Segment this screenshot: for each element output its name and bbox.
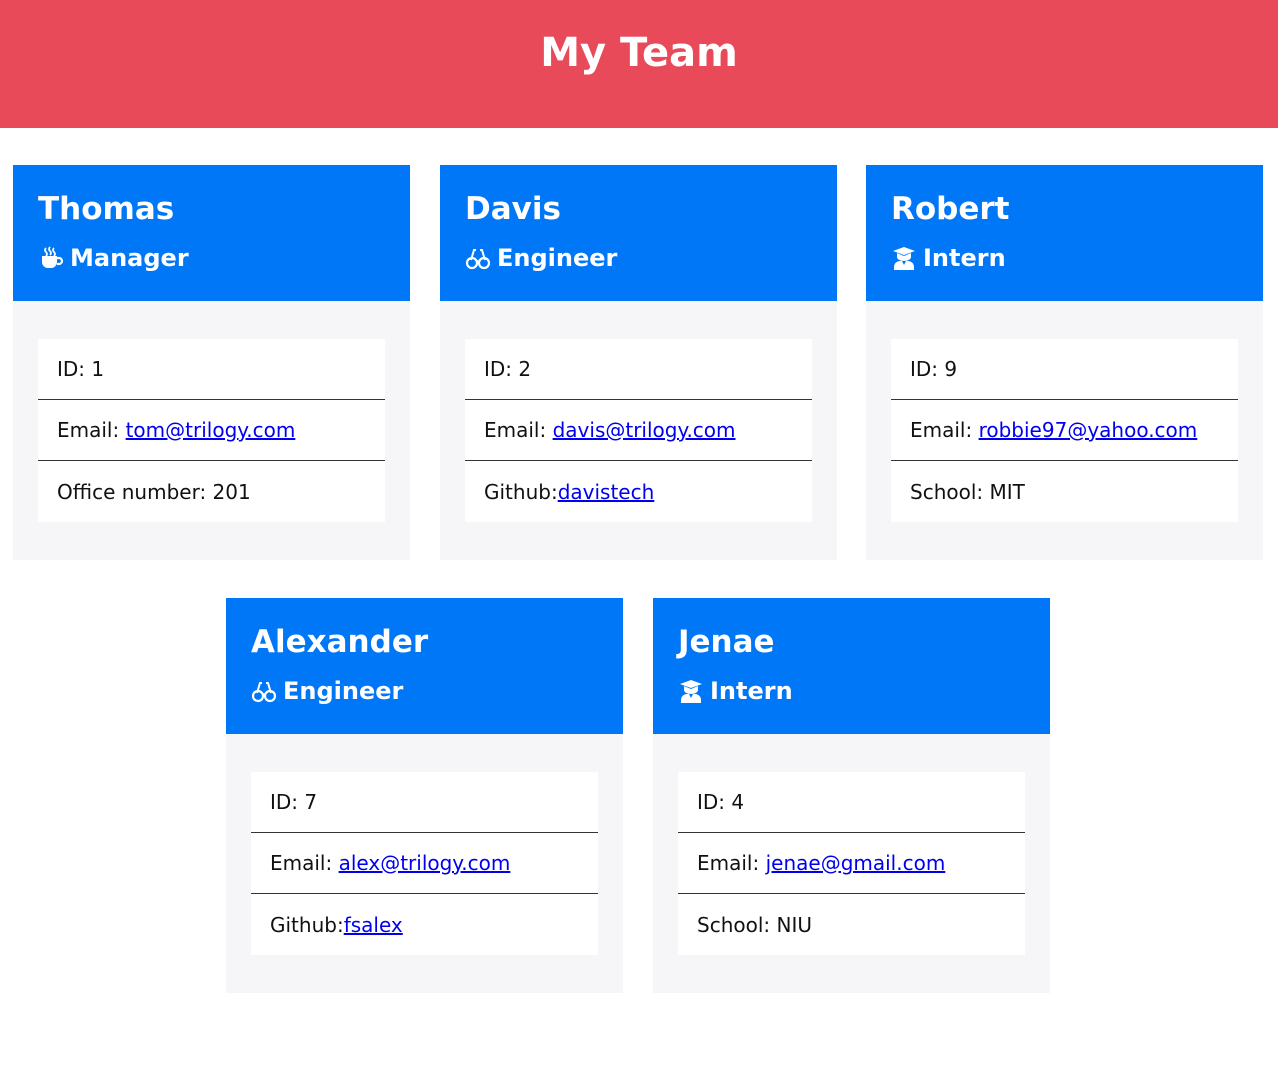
employee-role: Intern xyxy=(678,676,1025,706)
email-row: Email: tom@trilogy.com xyxy=(38,400,385,461)
employee-role: Manager xyxy=(38,243,385,273)
github-link[interactable]: fsalex xyxy=(344,913,403,937)
employee-name: Jenae xyxy=(678,624,775,660)
card-header: Robert Intern xyxy=(866,165,1263,301)
id-row: ID: 2 xyxy=(465,339,812,400)
github-label: Github: xyxy=(270,912,344,937)
employee-name: Robert xyxy=(891,191,1010,227)
id-value: 7 xyxy=(304,790,318,814)
email-link[interactable]: robbie97@yahoo.com xyxy=(979,418,1198,442)
id-label: ID: xyxy=(697,790,732,814)
card-header: Davis Engineer xyxy=(440,165,837,301)
role-label: Intern xyxy=(710,677,793,705)
github-row: Github: fsalex xyxy=(251,894,598,955)
role-label: Intern xyxy=(923,244,1006,272)
email-row: Email: alex@trilogy.com xyxy=(251,833,598,894)
employee-role: Engineer xyxy=(251,676,598,706)
employee-role: Intern xyxy=(891,243,1238,273)
office-number-value: 201 xyxy=(212,479,251,504)
role-label: Engineer xyxy=(283,677,404,705)
card-header: Alexander Engineer xyxy=(226,598,623,734)
role-label: Manager xyxy=(70,244,189,272)
email-link[interactable]: davis@trilogy.com xyxy=(553,418,736,442)
employee-details: ID: 2 Email: davis@trilogy.com Github: da… xyxy=(465,339,812,522)
school-row: School: MIT xyxy=(891,461,1238,522)
email-row: Email: davis@trilogy.com xyxy=(465,400,812,461)
school-label: School: xyxy=(910,479,990,504)
id-value: 2 xyxy=(518,357,532,381)
id-label: ID: xyxy=(910,357,945,381)
email-row: Email: robbie97@yahoo.com xyxy=(891,400,1238,461)
id-row: ID: 1 xyxy=(38,339,385,400)
glasses-icon xyxy=(251,678,277,704)
page-title: My Team xyxy=(540,30,738,76)
id-value: 1 xyxy=(91,357,105,381)
school-row: School: NIU xyxy=(678,894,1025,955)
id-label: ID: xyxy=(57,357,92,381)
github-link[interactable]: davistech xyxy=(558,480,655,504)
employee-card: Robert Intern ID: 9 Email: robbie97@yaho… xyxy=(866,165,1263,560)
employee-card: Alexander Engineer ID: 7 Email: alex@tri… xyxy=(226,598,623,993)
id-row: ID: 4 xyxy=(678,772,1025,833)
email-label: Email: xyxy=(697,851,766,875)
card-header: Jenae Intern xyxy=(653,598,1050,734)
id-row: ID: 7 xyxy=(251,772,598,833)
coffee-mug-icon xyxy=(38,245,64,271)
employee-card: Jenae Intern ID: 4 Email: jenae@gmail.co… xyxy=(653,598,1050,993)
employee-name: Davis xyxy=(465,191,561,227)
id-label: ID: xyxy=(270,790,305,814)
github-label: Github: xyxy=(484,479,558,504)
email-label: Email: xyxy=(57,418,126,442)
employee-role: Engineer xyxy=(465,243,812,273)
email-link[interactable]: tom@trilogy.com xyxy=(126,418,296,442)
email-label: Email: xyxy=(270,851,339,875)
employee-details: ID: 4 Email: jenae@gmail.com School: NIU xyxy=(678,772,1025,955)
page-header: My Team xyxy=(0,0,1278,128)
school-value: NIU xyxy=(776,912,813,937)
employee-details: ID: 1 Email: tom@trilogy.com Office numb… xyxy=(38,339,385,522)
graduate-icon xyxy=(891,245,917,271)
email-row: Email: jenae@gmail.com xyxy=(678,833,1025,894)
email-link[interactable]: alex@trilogy.com xyxy=(339,851,511,875)
employee-card: Thomas Manager ID: 1 Email: tom@trilogy.… xyxy=(13,165,410,560)
office-number-row: Office number: 201 xyxy=(38,461,385,522)
employee-details: ID: 9 Email: robbie97@yahoo.com School: … xyxy=(891,339,1238,522)
email-label: Email: xyxy=(484,418,553,442)
office-number-label: Office number: xyxy=(57,479,213,504)
id-label: ID: xyxy=(484,357,519,381)
employee-details: ID: 7 Email: alex@trilogy.com Github: fsa… xyxy=(251,772,598,955)
id-value: 4 xyxy=(731,790,745,814)
id-row: ID: 9 xyxy=(891,339,1238,400)
graduate-icon xyxy=(678,678,704,704)
glasses-icon xyxy=(465,245,491,271)
employee-card: Davis Engineer ID: 2 Email: davis@trilog… xyxy=(440,165,837,560)
school-label: School: xyxy=(697,912,777,937)
card-header: Thomas Manager xyxy=(13,165,410,301)
email-link[interactable]: jenae@gmail.com xyxy=(766,851,946,875)
id-value: 9 xyxy=(944,357,958,381)
school-value: MIT xyxy=(989,479,1025,504)
role-label: Engineer xyxy=(497,244,618,272)
github-row: Github: davistech xyxy=(465,461,812,522)
employee-name: Thomas xyxy=(38,191,175,227)
email-label: Email: xyxy=(910,418,979,442)
employee-name: Alexander xyxy=(251,624,429,660)
